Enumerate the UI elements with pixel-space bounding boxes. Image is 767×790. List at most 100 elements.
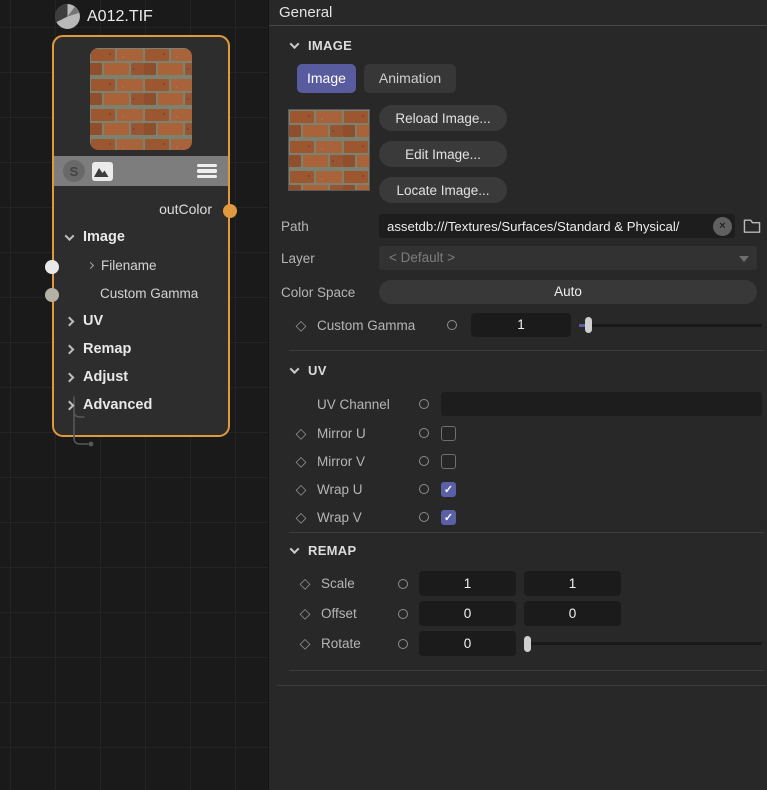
custom-gamma-slider[interactable]	[579, 317, 762, 333]
scale-x-input[interactable]: 1	[419, 571, 516, 596]
chevron-right-icon[interactable]	[65, 344, 75, 354]
node-preview	[54, 37, 228, 156]
custom-gamma-port[interactable]	[45, 288, 59, 302]
tree-connector-lines	[68, 394, 110, 452]
layer-value: < Default >	[389, 250, 455, 265]
connection-port-icon[interactable]	[419, 484, 429, 494]
chevron-down-icon[interactable]	[290, 544, 300, 554]
keyframe-diamond-icon[interactable]: ◇	[297, 635, 313, 652]
keyframe-diamond-icon[interactable]: ◇	[293, 425, 309, 442]
offset-label: Offset	[321, 606, 390, 621]
wrap-u-label: Wrap U	[317, 482, 411, 497]
chevron-down-icon[interactable]	[290, 39, 300, 49]
reload-image-button[interactable]: Reload Image...	[379, 105, 507, 131]
tree-item-image[interactable]: Image	[54, 223, 228, 251]
layer-label: Layer	[281, 251, 379, 266]
keyframe-diamond-icon[interactable]: ◇	[297, 575, 313, 592]
offset-x-input[interactable]: 0	[419, 601, 516, 626]
layer-dropdown[interactable]: < Default >	[379, 246, 757, 270]
uv-channel-input[interactable]	[441, 392, 762, 416]
tree-item-custom-gamma[interactable]: Custom Gamma	[54, 279, 228, 307]
divider	[277, 685, 767, 686]
node-header[interactable]: A012.TIF	[54, 3, 153, 30]
filename-port[interactable]	[45, 260, 59, 274]
texture-node[interactable]: S outColor Image Filename	[52, 35, 230, 437]
dropdown-caret-icon	[739, 256, 749, 262]
connection-port-icon[interactable]	[419, 456, 429, 466]
mirror-v-checkbox[interactable]	[441, 454, 456, 469]
rotate-slider[interactable]	[524, 636, 762, 652]
section-header-remap[interactable]: REMAP	[291, 542, 767, 558]
chevron-right-icon[interactable]	[65, 372, 75, 382]
rotate-label: Rotate	[321, 636, 390, 651]
image-animation-tabs: Image Animation	[297, 64, 767, 93]
tree-item-filename[interactable]: Filename	[54, 251, 228, 279]
node-toolbar: S	[54, 156, 228, 186]
section-header-image[interactable]: IMAGE	[291, 37, 767, 53]
outcolor-port[interactable]	[223, 204, 237, 218]
node-attribute-tree: outColor Image Filename Custom Gamma	[54, 186, 228, 419]
edit-image-button[interactable]: Edit Image...	[379, 141, 507, 167]
node-title: A012.TIF	[87, 8, 153, 26]
custom-gamma-input[interactable]: 1	[471, 313, 571, 337]
tab-animation[interactable]: Animation	[364, 64, 456, 93]
rotate-input[interactable]: 0	[419, 631, 516, 656]
scale-label: Scale	[321, 576, 390, 591]
tab-image[interactable]: Image	[297, 64, 356, 93]
mirror-u-checkbox[interactable]	[441, 426, 456, 441]
color-space-selector[interactable]: Auto	[379, 280, 757, 304]
locate-image-button[interactable]: Locate Image...	[379, 177, 507, 203]
path-input[interactable]: assetdb:///Textures/Surfaces/Standard & …	[379, 214, 735, 238]
keyframe-diamond-icon[interactable]: ◇	[293, 481, 309, 498]
tree-item-remap[interactable]: Remap	[54, 335, 228, 363]
chevron-right-icon[interactable]	[87, 261, 94, 268]
clear-path-icon[interactable]: ×	[713, 217, 732, 236]
mirror-u-label: Mirror U	[317, 426, 411, 441]
divider	[289, 532, 764, 533]
connection-port-icon[interactable]	[447, 320, 457, 330]
browse-folder-icon[interactable]	[743, 218, 761, 234]
connection-port-icon[interactable]	[419, 512, 429, 522]
connection-port-icon[interactable]	[398, 639, 408, 649]
brick-texture-thumbnail	[90, 48, 192, 150]
attribute-editor-panel: General IMAGE Image Animation Reload Ima…	[268, 0, 767, 790]
chevron-down-icon[interactable]	[65, 231, 75, 241]
outcolor-label: outColor	[54, 198, 228, 220]
section-header-uv[interactable]: UV	[291, 362, 767, 378]
slider-thumb[interactable]	[524, 636, 531, 652]
tree-item-adjust[interactable]: Adjust	[54, 363, 228, 391]
wrap-v-checkbox[interactable]: ✓	[441, 510, 456, 525]
path-label: Path	[281, 219, 379, 234]
divider	[289, 350, 764, 351]
connection-port-icon[interactable]	[419, 399, 429, 409]
panel-title: General	[269, 0, 767, 25]
divider	[269, 25, 767, 26]
color-space-label: Color Space	[281, 285, 379, 300]
menu-icon[interactable]	[197, 164, 217, 179]
custom-gamma-label: Custom Gamma	[317, 318, 447, 333]
tree-item-uv[interactable]: UV	[54, 307, 228, 335]
connection-port-icon[interactable]	[419, 428, 429, 438]
slider-thumb[interactable]	[585, 317, 592, 333]
chevron-down-icon[interactable]	[290, 364, 300, 374]
divider	[289, 670, 764, 671]
shading-ball-icon	[54, 3, 81, 30]
chevron-right-icon[interactable]	[65, 316, 75, 326]
offset-y-input[interactable]: 0	[524, 601, 621, 626]
keyframe-diamond-icon[interactable]: ◇	[293, 453, 309, 470]
connection-port-icon[interactable]	[398, 609, 408, 619]
wrap-u-checkbox[interactable]: ✓	[441, 482, 456, 497]
brick-texture-preview[interactable]	[288, 109, 370, 191]
path-value: assetdb:///Textures/Surfaces/Standard & …	[379, 219, 705, 234]
keyframe-diamond-icon[interactable]: ◇	[293, 317, 309, 334]
surface-badge-icon[interactable]: S	[63, 160, 85, 182]
connection-port-icon[interactable]	[398, 579, 408, 589]
mirror-v-label: Mirror V	[317, 454, 411, 469]
keyframe-diamond-icon[interactable]: ◇	[297, 605, 313, 622]
image-badge-icon[interactable]	[92, 162, 113, 181]
uv-channel-label: UV Channel	[317, 397, 411, 412]
scale-y-input[interactable]: 1	[524, 571, 621, 596]
node-graph-canvas[interactable]: A012.TIF S outColor	[0, 0, 268, 790]
keyframe-diamond-icon[interactable]: ◇	[293, 509, 309, 526]
wrap-v-label: Wrap V	[317, 510, 411, 525]
